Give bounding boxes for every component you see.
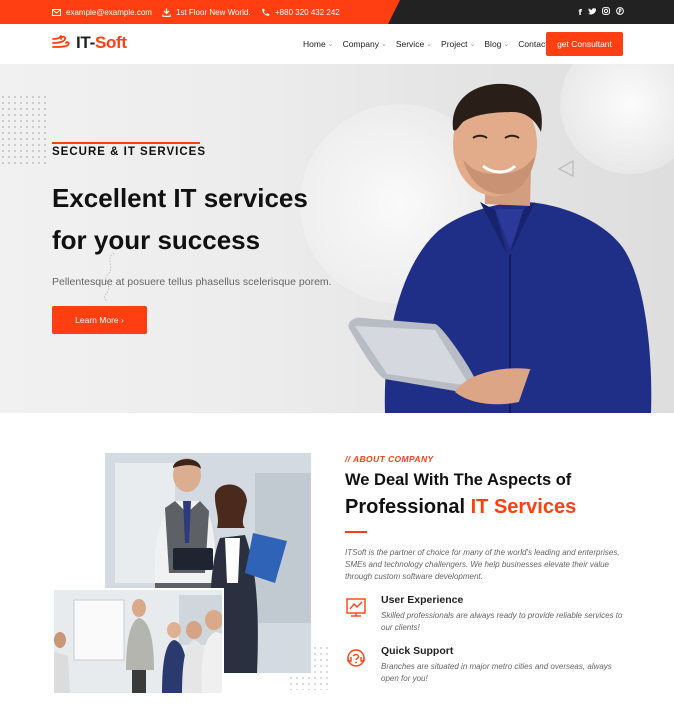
nav-company-label: Company (342, 39, 379, 49)
topbar-email-text: example@example.com (66, 7, 152, 17)
hero-section: SECURE & IT SERVICES Excellent IT servic… (0, 64, 674, 413)
office-presentation-image (52, 588, 224, 695)
top-bar: example@example.com 1st Floor New World.… (0, 0, 674, 24)
topbar-email[interactable]: example@example.com (52, 0, 152, 24)
phone-icon (262, 8, 270, 16)
nav-home[interactable]: Home ⌄ (303, 39, 334, 49)
learn-more-button[interactable]: Learn More › (52, 306, 147, 334)
nav-home-label: Home (303, 39, 326, 49)
topbar-phone-text: +880 320 432 242 (275, 7, 340, 17)
hero-person-image (348, 83, 652, 413)
about-description: ITSoft is the partner of choice for many… (345, 548, 620, 581)
nav-blog-label: Blog (484, 39, 502, 49)
logo-text: IT-Soft (76, 33, 127, 52)
topbar-address: 1st Floor New World. (162, 0, 251, 24)
get-consultant-button[interactable]: get Consultant (546, 32, 623, 56)
about-tag: // ABOUT COMPANY (345, 454, 434, 464)
hero-description: Pellentesque at posuere tellus phasellus… (52, 276, 332, 288)
nav-service[interactable]: Service ⌄ (396, 39, 432, 49)
nav-contact-label: Contact (518, 39, 548, 49)
about-heading-line1: We Deal With The Aspects of (345, 471, 572, 489)
nav-service-label: Service (395, 39, 425, 49)
feature-description: Branches are situated in major metro cit… (381, 662, 612, 683)
location-icon (162, 8, 171, 17)
dot-pattern (0, 94, 46, 164)
logo[interactable]: IT-Soft (52, 33, 127, 53)
nav-project[interactable]: Project ⌄ (441, 39, 475, 49)
twitter-icon[interactable] (588, 7, 597, 17)
social-links: f (579, 0, 624, 24)
hero-title-line1: Excellent IT services (52, 183, 308, 213)
nav-project-label: Project (441, 39, 468, 49)
facebook-icon[interactable]: f (579, 8, 582, 17)
logo-icon (52, 35, 70, 48)
pinterest-icon[interactable] (616, 7, 624, 17)
chevron-down-icon: ⌄ (380, 41, 387, 48)
feature-title: User Experience (381, 594, 464, 606)
office-photo-illustration (54, 590, 222, 693)
main-nav: Home ⌄ Company ⌄ Service ⌄ Project ⌄ Blog ⌄ C… (303, 24, 555, 64)
feature-description: Skilled professionals are always ready t… (381, 611, 623, 632)
chevron-down-icon: ⌄ (327, 41, 334, 48)
hero-accent-line (52, 142, 200, 144)
mail-icon (52, 8, 61, 16)
chevron-down-icon: ⌄ (426, 41, 433, 48)
chevron-down-icon: ⌄ (469, 41, 476, 48)
nav-blog[interactable]: Blog ⌄ (484, 39, 509, 49)
hero-title-line2: for your success (52, 225, 261, 255)
feature-title: Quick Support (381, 645, 454, 657)
topbar-phone[interactable]: +880 320 432 242 (261, 0, 340, 24)
instagram-icon[interactable] (602, 7, 610, 17)
about-heading-line2: Professional IT Services (345, 496, 577, 518)
hero-title: Excellent IT services for your success (52, 177, 352, 261)
nav-company[interactable]: Company ⌄ (343, 39, 387, 49)
support-icon (347, 649, 365, 667)
chevron-down-icon: ⌄ (503, 41, 510, 48)
topbar-address-text: 1st Floor New World. (176, 7, 251, 17)
dot-pattern (288, 645, 330, 690)
hero-subtitle: SECURE & IT SERVICES (52, 146, 206, 158)
about-accent-rule (345, 531, 367, 533)
user-experience-icon (346, 598, 366, 617)
main-header: IT-Soft Home ⌄ Company ⌄ Service ⌄ Project ⌄… (0, 24, 674, 64)
